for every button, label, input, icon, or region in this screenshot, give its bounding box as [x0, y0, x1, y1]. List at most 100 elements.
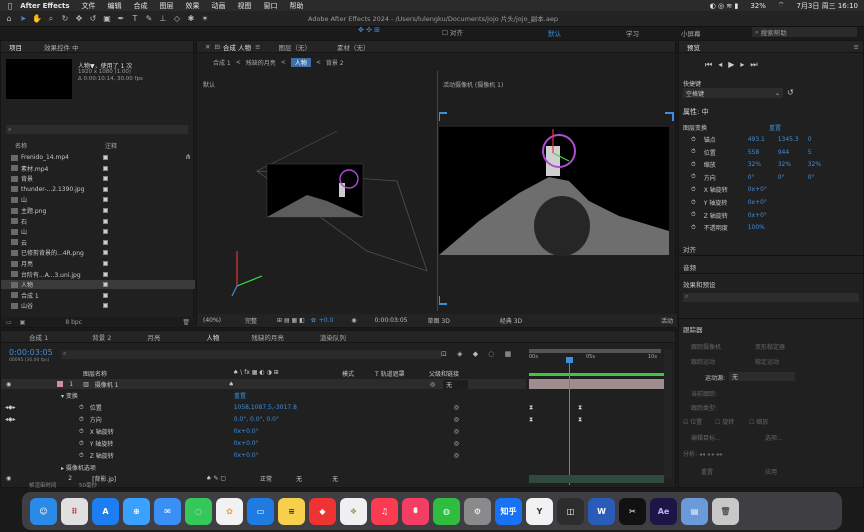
settings-icon[interactable]: ⚙ — [464, 497, 491, 525]
prop-value-1[interactable]: 0x+0° — [748, 212, 778, 219]
lock-icon[interactable]: ⊟ — [214, 43, 219, 51]
apple-icon[interactable]:  — [8, 2, 12, 10]
next-frame-icon[interactable]: ▸ — [740, 60, 750, 69]
renderer-dropdown[interactable]: 经典 3D — [500, 316, 522, 325]
tab-effect-controls[interactable]: 效果控件 中 — [44, 42, 79, 52]
tl-col-mode[interactable]: 模式 — [342, 369, 354, 378]
prop-value-1[interactable]: 558 — [748, 149, 778, 156]
prop-value-2[interactable]: 1345.3 — [778, 136, 808, 143]
project-item[interactable]: 台阶有...A...3.uni.jpg — [1, 270, 195, 279]
project-item[interactable]: 背景 — [1, 174, 195, 183]
camera-options-group[interactable]: ▸ 摄像机选项 — [61, 463, 96, 472]
stopwatch-icon[interactable]: ⏱ — [691, 186, 696, 194]
menu-effect[interactable]: 效果 — [186, 1, 200, 11]
prop-value-2[interactable]: 32% — [778, 161, 808, 168]
project-col-note[interactable]: 注释 — [105, 141, 117, 150]
layer1-name[interactable]: 摄像机 1 — [95, 380, 119, 389]
stopwatch-icon[interactable]: ⏱ — [691, 211, 696, 219]
transform-prop-value[interactable]: 0.0°, 0.0°, 0.0° — [234, 416, 454, 423]
prop-value-1[interactable]: 32% — [748, 161, 778, 168]
files-icon[interactable]: ▤ — [681, 497, 708, 525]
3d-axis-tools[interactable]: ✥ ✣ ⊞ — [358, 26, 380, 34]
position-checkbox[interactable]: ☑ 位置 — [683, 417, 702, 426]
effects-search[interactable]: ⌕ — [683, 293, 859, 302]
motion-source-select[interactable]: 无 — [729, 372, 795, 381]
notes-icon[interactable]: ≡ — [278, 497, 305, 525]
text-tool-icon[interactable]: T — [130, 14, 140, 24]
current-time-indicator[interactable] — [569, 357, 570, 485]
label-color-swatch[interactable] — [103, 250, 108, 256]
label-color-swatch[interactable] — [103, 282, 108, 288]
keyframe-orient-start[interactable]: ⧗ — [529, 416, 533, 424]
timeline-switches[interactable]: ⊡ ◈ ◆ ◌ ▦ — [441, 350, 515, 358]
project-item[interactable]: 人物 — [1, 280, 195, 290]
transform-prop-value[interactable]: 0x+0.0° — [234, 440, 454, 447]
bit-depth[interactable]: 8 bpc — [65, 319, 82, 326]
transform-prop-value[interactable]: 0x+0.0° — [234, 428, 454, 435]
tab-project[interactable]: 项目 — [9, 42, 22, 52]
prev-frame-icon[interactable]: ◂ — [718, 60, 728, 69]
loop-icon[interactable]: ↺ — [787, 88, 794, 97]
prop-value-1[interactable]: 0x+0° — [748, 186, 778, 193]
project-item[interactable]: 山 — [1, 195, 195, 204]
messages-icon[interactable]: ◌ — [185, 497, 212, 525]
label-color-swatch[interactable] — [103, 303, 108, 309]
project-item[interactable]: thunder-...2.1390.jpg — [1, 185, 195, 194]
exposure-icon[interactable]: ✿ — [311, 317, 316, 324]
playhead-handle[interactable] — [566, 357, 573, 363]
pen-tool-icon[interactable]: ✒ — [116, 14, 126, 24]
layer1-parent-icon[interactable]: ◎ — [430, 381, 435, 388]
menu-animation[interactable]: 动画 — [212, 1, 226, 11]
menu-edit[interactable]: 编辑 — [108, 1, 122, 11]
home-icon[interactable]: ⌂ — [4, 14, 14, 24]
prop-value-3[interactable]: 32% — [808, 161, 832, 168]
track-motion-button[interactable]: 跟踪运动 — [691, 357, 715, 366]
selection-tool-icon[interactable]: ➤ — [18, 14, 28, 24]
label-color-swatch[interactable] — [103, 239, 108, 245]
align-section[interactable]: 对齐 — [683, 244, 696, 254]
tl-tab-comp1[interactable]: 合成 1 — [29, 332, 48, 342]
grid-icon[interactable]: ⊞ ▤ ▦ ◧ — [277, 317, 305, 324]
eye-icon-2[interactable]: ◉ — [6, 475, 11, 482]
layer-row-1[interactable]: ◉ 1 ▥ 摄像机 1 ♠ ◎ 无 — [1, 379, 526, 389]
project-item[interactable]: 合成 1 — [1, 291, 195, 300]
new-comp-icon[interactable]: ▣ — [20, 319, 26, 326]
scale-checkbox[interactable]: ☐ 缩放 — [749, 417, 768, 426]
crumb-3[interactable]: 背景 2 — [326, 58, 344, 67]
editor-icon[interactable]: ◫ — [557, 497, 584, 525]
tab-composition[interactable]: 合成 人物 — [223, 42, 251, 52]
keyframe-nav-icon[interactable]: ◂◆▸ — [5, 404, 25, 411]
keynote-icon[interactable]: ▭ — [247, 497, 274, 525]
label-color-swatch[interactable] — [103, 261, 108, 266]
track-camera-button[interactable]: 跟踪摄像机 — [691, 342, 721, 351]
link-icon[interactable]: ◎ — [454, 440, 459, 447]
transform-prop-value[interactable]: 0x+0.0° — [234, 452, 454, 459]
label-color-swatch[interactable] — [103, 155, 108, 160]
photos-icon[interactable]: ✿ — [216, 497, 243, 525]
finder-icon[interactable]: ☺ — [30, 497, 57, 525]
trash-small-icon[interactable]: 🗑 — [182, 319, 190, 326]
workspace-small[interactable]: 小屏幕 — [681, 28, 701, 38]
layer2-duration-bar[interactable] — [529, 475, 664, 483]
prop-value-2[interactable]: 0° — [778, 174, 808, 181]
zhihu-icon[interactable]: 知乎 — [495, 497, 522, 525]
zoom-tool-icon[interactable]: ⌕ — [46, 14, 56, 24]
stopwatch-icon[interactable]: ⏱ — [691, 199, 696, 207]
tracker-section[interactable]: 跟踪器 — [683, 324, 703, 334]
menu-help[interactable]: 帮助 — [290, 1, 304, 11]
rotation-checkbox[interactable]: ☐ 旋转 — [715, 417, 734, 426]
stopwatch-icon[interactable]: ⏱ — [691, 136, 696, 144]
layer1-duration-bar[interactable] — [529, 379, 664, 389]
play-icon[interactable]: ▶ — [728, 60, 740, 69]
transform-prop-value[interactable]: 1058,1087.5,-3017.8 — [234, 404, 454, 411]
comp-menu-icon[interactable]: ≡ — [255, 43, 260, 51]
capcut-icon[interactable]: ✂ — [619, 497, 646, 525]
project-item[interactable]: 主题.png — [1, 206, 195, 215]
viewer-timecode[interactable]: 0:00:03:05 — [375, 317, 408, 324]
project-item[interactable]: 山 — [1, 227, 195, 236]
preview-title[interactable]: 预览 — [687, 42, 700, 52]
keyframe-orient-end[interactable]: ⧗ — [578, 416, 582, 424]
safari-icon[interactable]: ⊕ — [123, 497, 150, 525]
workspace-learn[interactable]: 学习 — [626, 28, 639, 38]
prop-value-1[interactable]: 100% — [748, 224, 778, 231]
